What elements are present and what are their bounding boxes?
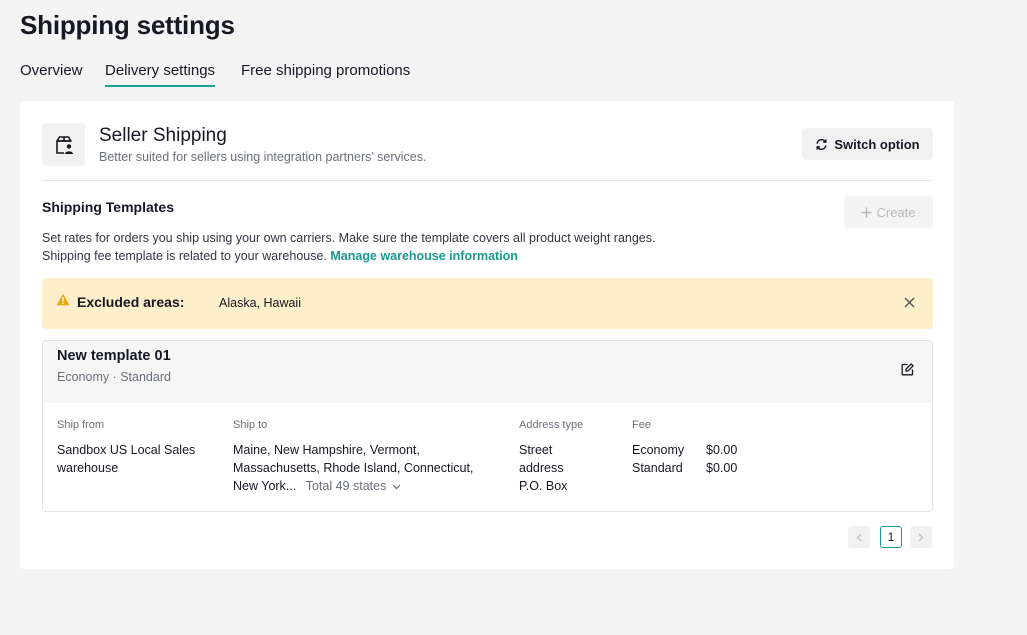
section-divider [42,180,933,181]
template-name: New template 01 [57,348,171,364]
page-number-current[interactable]: 1 [880,526,902,548]
manage-warehouse-link[interactable]: Manage warehouse information [330,249,518,263]
ship-from-line-2: warehouse [57,461,119,475]
shipping-option-description: Better suited for sellers using integrat… [99,150,427,164]
shipping-template-card: New template 01 Economy · Standard Ship … [42,340,933,512]
fee-row: Standard $0.00 [632,459,737,477]
description-line-2: Shipping fee template is related to your… [42,247,655,265]
create-template-button[interactable]: Create [844,196,933,228]
ship-to-value: Maine, New Hampshire, Vermont, Massachus… [233,441,503,495]
shipping-templates-title: Shipping Templates [42,199,174,215]
edit-icon[interactable] [901,363,914,376]
fee-value: Economy $0.00 Standard $0.00 [632,441,737,477]
address-type-line-3: P.O. Box [519,479,568,493]
ship-from-value: Sandbox US Local Sales warehouse [57,441,195,477]
total-states-label: Total 49 states [305,479,387,493]
chevron-down-icon [392,484,401,490]
excluded-areas-value: Alaska, Hawaii [219,296,301,310]
switch-option-label: Switch option [834,136,920,152]
description-line-2-text: Shipping fee template is related to your… [42,249,327,263]
chevron-right-icon [918,533,924,541]
chevron-left-icon [856,533,862,541]
shipping-box-user-icon [55,135,73,154]
address-type-line-2: address [519,461,564,475]
address-type-value: Street address P.O. Box [519,441,567,495]
ship-to-line-2: Massachusetts, Rhode Island, Connecticut… [233,461,474,475]
page-title: Shipping settings [20,10,235,40]
delivery-settings-card: Seller Shipping Better suited for seller… [20,101,954,569]
excluded-areas-alert: Excluded areas: Alaska, Hawaii [42,278,933,329]
shipping-templates-description: Set rates for orders you ship using your… [42,229,655,265]
close-icon[interactable] [904,297,915,308]
column-label-address-type: Address type [519,419,584,431]
refresh-icon [816,138,828,150]
tab-delivery-settings[interactable]: Delivery settings [105,62,216,87]
shipping-option-icon-box [42,123,85,166]
ship-from-line-1: Sandbox US Local Sales [57,443,196,457]
plus-icon [861,207,872,217]
template-meta: Economy · Standard [57,370,171,384]
ship-to-line-1: Maine, New Hampshire, Vermont, [233,443,420,457]
next-page-button[interactable] [910,526,932,548]
column-label-fee: Fee [632,419,651,431]
column-label-ship-from: Ship from [57,419,105,431]
fee-name: Economy [632,443,685,457]
description-line-1: Set rates for orders you ship using your… [42,231,656,245]
excluded-areas-label: Excluded areas: [77,294,185,310]
fee-amount: $0.00 [706,461,738,475]
fee-row: Economy $0.00 [632,441,737,459]
total-states-toggle[interactable]: Total 49 states [306,479,401,493]
column-label-ship-to: Ship to [233,419,268,431]
tab-free-shipping-promotions[interactable]: Free shipping promotions [241,62,410,85]
ship-to-line-3-text: New York... [233,479,297,493]
ship-to-line-3: New York... Total 49 states [233,477,503,495]
fee-name: Standard [632,461,683,475]
template-header: New template 01 Economy · Standard [43,341,932,403]
tab-overview[interactable]: Overview [20,62,83,85]
address-type-line-1: Street [519,443,553,457]
create-template-label: Create [876,204,916,220]
prev-page-button[interactable] [848,526,870,548]
shipping-option-title: Seller Shipping [99,125,227,146]
warning-icon [56,293,70,306]
fee-amount: $0.00 [706,443,738,457]
switch-option-button[interactable]: Switch option [802,128,933,160]
